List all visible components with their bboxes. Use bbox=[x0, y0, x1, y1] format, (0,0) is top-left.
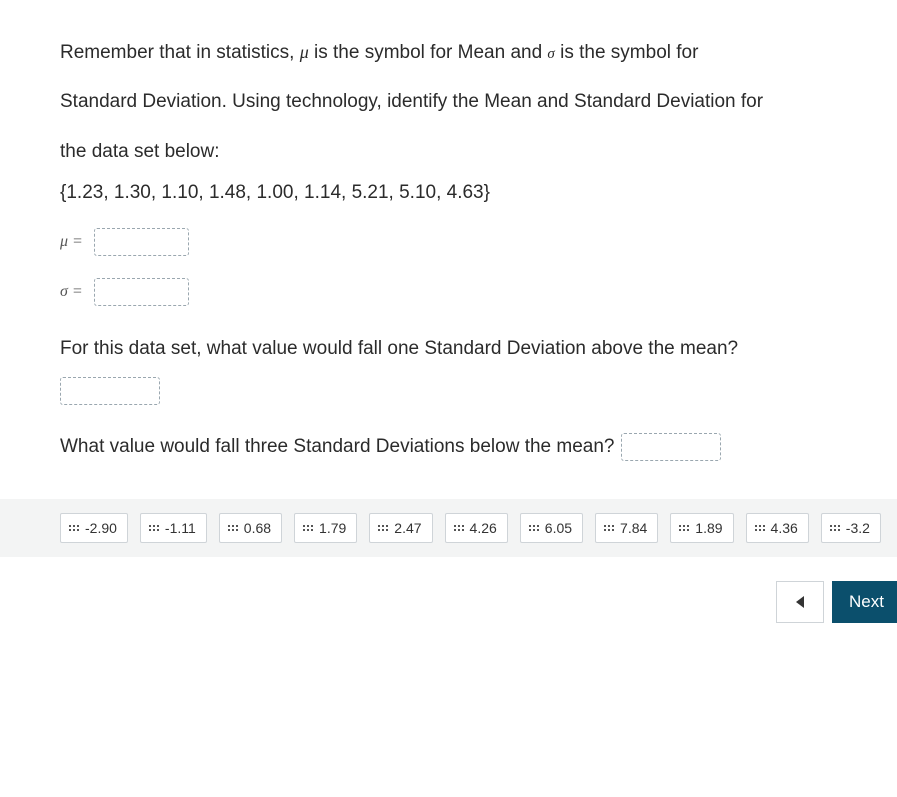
answer-tile[interactable]: 4.26 bbox=[445, 513, 508, 543]
grip-icon bbox=[228, 525, 238, 531]
answer-tile-label: -3.2 bbox=[846, 520, 870, 536]
grip-icon bbox=[378, 525, 388, 531]
dataset-text: {1.23, 1.30, 1.10, 1.48, 1.00, 1.14, 5.2… bbox=[60, 182, 857, 204]
followup-2-drop-target[interactable] bbox=[621, 433, 721, 461]
answer-tile-label: 0.68 bbox=[244, 520, 271, 536]
intro-part-3: the data set below: bbox=[60, 141, 220, 162]
grip-icon bbox=[454, 525, 464, 531]
answer-tile[interactable]: -1.11 bbox=[140, 513, 207, 543]
sigma-drop-target[interactable] bbox=[94, 278, 189, 306]
answer-tile-label: 6.05 bbox=[545, 520, 572, 536]
answer-tile[interactable]: 1.89 bbox=[670, 513, 733, 543]
answer-tile[interactable]: 0.68 bbox=[219, 513, 282, 543]
sigma-answer-row: σ = bbox=[60, 278, 857, 306]
grip-icon bbox=[529, 525, 539, 531]
navigation-bar: Next bbox=[0, 557, 897, 633]
mu-answer-row: μ = bbox=[60, 228, 857, 256]
answer-tile-label: -2.90 bbox=[85, 520, 117, 536]
answer-tile[interactable]: 7.84 bbox=[595, 513, 658, 543]
answer-tile[interactable]: -2.90 bbox=[60, 513, 128, 543]
answer-tile-label: 4.36 bbox=[771, 520, 798, 536]
followup-1-drop-target[interactable] bbox=[60, 377, 160, 405]
intro-part-1c: is the symbol for bbox=[555, 42, 699, 63]
answer-tile-label: -1.11 bbox=[165, 520, 196, 536]
answer-tile[interactable]: 2.47 bbox=[369, 513, 432, 543]
mu-label: μ = bbox=[60, 233, 90, 251]
grip-icon bbox=[755, 525, 765, 531]
answer-tile[interactable]: 6.05 bbox=[520, 513, 583, 543]
intro-part-2: Standard Deviation. Using technology, id… bbox=[60, 91, 763, 112]
sigma-label: σ = bbox=[60, 283, 90, 301]
grip-icon bbox=[149, 525, 159, 531]
followup-1-row bbox=[60, 377, 857, 405]
intro-part-1b: is the symbol for Mean and bbox=[309, 42, 548, 63]
mu-symbol: μ bbox=[300, 42, 309, 62]
grip-icon bbox=[303, 525, 313, 531]
answer-tile-label: 7.84 bbox=[620, 520, 647, 536]
mu-drop-target[interactable] bbox=[94, 228, 189, 256]
answer-tile-label: 4.26 bbox=[470, 520, 497, 536]
answer-tile-label: 1.79 bbox=[319, 520, 346, 536]
grip-icon bbox=[604, 525, 614, 531]
answer-tile[interactable]: 4.36 bbox=[746, 513, 809, 543]
previous-button[interactable] bbox=[776, 581, 824, 623]
followup-2-row: What value would fall three Standard Dev… bbox=[60, 433, 857, 461]
followup-2: What value would fall three Standard Dev… bbox=[60, 436, 615, 458]
answer-tile-tray: -2.90 -1.11 0.68 1.79 2.47 4.26 6.05 7.84 1.89 4.… bbox=[0, 499, 897, 557]
next-button[interactable]: Next bbox=[832, 581, 897, 623]
followup-1: For this data set, what value would fall… bbox=[60, 334, 857, 364]
answer-tile-label: 1.89 bbox=[695, 520, 722, 536]
grip-icon bbox=[830, 525, 840, 531]
grip-icon bbox=[679, 525, 689, 531]
chevron-left-icon bbox=[796, 596, 804, 608]
question-intro: Remember that in statistics, μ is the sy… bbox=[60, 28, 857, 176]
grip-icon bbox=[69, 525, 79, 531]
sigma-symbol: σ bbox=[547, 46, 554, 62]
next-button-label: Next bbox=[849, 592, 884, 612]
answer-tile[interactable]: 1.79 bbox=[294, 513, 357, 543]
answer-tile[interactable]: -3.2 bbox=[821, 513, 881, 543]
answer-tile-label: 2.47 bbox=[394, 520, 421, 536]
intro-part-1a: Remember that in statistics, bbox=[60, 42, 300, 63]
question-body: Remember that in statistics, μ is the sy… bbox=[0, 0, 897, 481]
